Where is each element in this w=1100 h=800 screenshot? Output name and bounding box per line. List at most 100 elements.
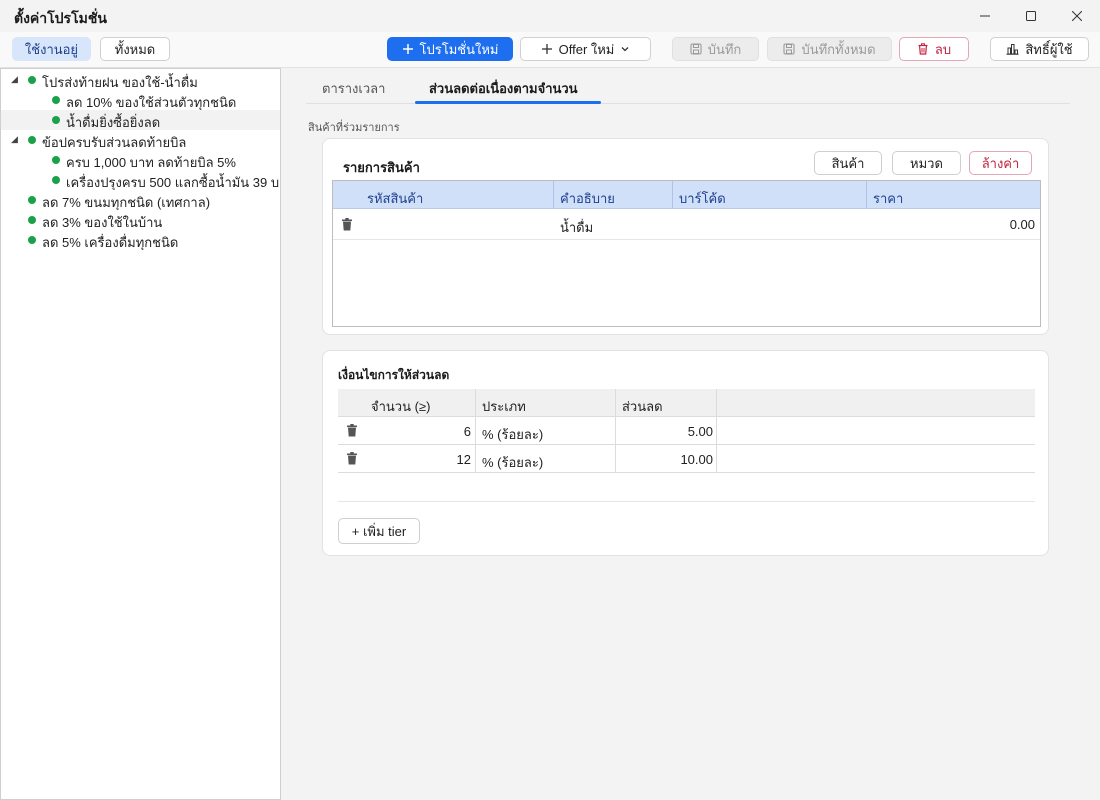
chevron-down-icon bbox=[621, 47, 629, 52]
filter-active-label: ใช้งานอยู่ bbox=[24, 41, 79, 57]
column-header-description[interactable]: คำอธิบาย bbox=[560, 188, 615, 209]
column-header-price[interactable]: ราคา bbox=[873, 188, 903, 209]
column-header-quantity[interactable]: จำนวน (≥) bbox=[371, 396, 430, 417]
save-button[interactable]: บันทึก bbox=[672, 37, 759, 61]
tree-item-label: ลด 10% ของใช้ส่วนตัวทุกชนิด bbox=[66, 95, 237, 110]
cell-quantity[interactable]: 6 bbox=[464, 424, 471, 439]
trash-icon bbox=[342, 218, 352, 231]
table-row[interactable]: 12 % (ร้อยละ) 10.00 bbox=[338, 445, 1035, 473]
clear-button[interactable]: ล้างค่า bbox=[969, 151, 1032, 175]
delete-tier-button[interactable] bbox=[346, 424, 358, 440]
discount-conditions-card: เงื่อนไขการให้ส่วนลด จำนวน (≥) ประเภท ส่… bbox=[322, 350, 1049, 556]
save-label: บันทึก bbox=[707, 41, 742, 57]
minimize-icon bbox=[980, 15, 990, 17]
tier-table-header: จำนวน (≥) ประเภท ส่วนลด bbox=[338, 389, 1035, 417]
cell-price: 0.00 bbox=[1009, 217, 1035, 232]
add-category-button[interactable]: หมวด bbox=[892, 151, 961, 175]
maximize-icon bbox=[1026, 11, 1036, 21]
new-offer-button[interactable]: Offer ใหม่ bbox=[520, 37, 651, 61]
table-row[interactable]: น้ำดื่ม 0.00 bbox=[333, 210, 1040, 240]
active-status-dot bbox=[28, 136, 36, 144]
product-grid-header: รหัสสินค้า คำอธิบาย บาร์โค้ด ราคา bbox=[333, 181, 1040, 209]
column-header-barcode[interactable]: บาร์โค้ด bbox=[679, 188, 726, 209]
column-header-code[interactable]: รหัสสินค้า bbox=[367, 188, 423, 209]
column-header-discount[interactable]: ส่วนลด bbox=[622, 396, 663, 417]
tree-item[interactable]: ลด 7% ขนมทุกชนิด (เทศกาล) bbox=[1, 190, 280, 210]
trash-icon bbox=[347, 424, 357, 437]
filter-all-button[interactable]: ทั้งหมด bbox=[100, 37, 170, 61]
add-product-button[interactable]: สินค้า bbox=[814, 151, 882, 175]
active-status-dot bbox=[52, 116, 60, 124]
plus-icon bbox=[541, 44, 552, 54]
trash-icon bbox=[918, 43, 928, 55]
cell-type[interactable]: % (ร้อยละ) bbox=[482, 452, 543, 473]
delete-tier-button[interactable] bbox=[346, 452, 358, 468]
save-icon bbox=[783, 43, 796, 55]
bar-chart-icon bbox=[1006, 44, 1019, 55]
new-promotion-button[interactable]: โปรโมชั่นใหม่ bbox=[387, 37, 513, 61]
tree-item-label: โปรส่งท้ายฝน ของใช้-น้ำดื่ม bbox=[42, 75, 198, 90]
tree-item-group[interactable]: ◢ ข้อปครบรับส่วนลดท้ายบิล bbox=[1, 130, 280, 150]
tree-item-label: ลด 5% เครื่องดื่มทุกชนิด bbox=[42, 235, 179, 250]
tab-bar: ตารางเวลา ส่วนลดต่อเนื่องตามจำนวน bbox=[306, 68, 1070, 104]
maximize-button[interactable] bbox=[1008, 0, 1054, 32]
new-promotion-label: โปรโมชั่นใหม่ bbox=[419, 41, 499, 57]
tree-item-selected[interactable]: น้ำดื่มยิ่งซื้อยิ่งลด bbox=[1, 110, 280, 130]
delete-label: ลบ bbox=[934, 41, 952, 57]
promotion-tree: ◢ โปรส่งท้ายฝน ของใช้-น้ำดื่ม ลด 10% ของ… bbox=[0, 68, 281, 800]
promotion-editor: ตารางเวลา ส่วนลดต่อเนื่องตามจำนวน สินค้า… bbox=[286, 68, 1100, 800]
cell-description: น้ำดื่ม bbox=[560, 220, 594, 235]
collapse-caret-icon[interactable]: ◢ bbox=[11, 134, 21, 144]
participating-products-caption: สินค้าที่ร่วมรายการ bbox=[308, 122, 400, 134]
delete-row-button[interactable] bbox=[341, 218, 353, 234]
active-status-dot bbox=[52, 96, 60, 104]
minimize-button[interactable] bbox=[962, 0, 1008, 32]
active-status-dot bbox=[52, 176, 60, 184]
save-icon bbox=[690, 43, 702, 55]
divider bbox=[338, 501, 1035, 502]
tab-schedule[interactable]: ตารางเวลา bbox=[322, 78, 385, 99]
title-bar: ตั้งค่าโปรโมชั่น bbox=[0, 0, 1100, 32]
active-status-dot bbox=[28, 196, 36, 204]
tree-item[interactable]: เครื่องปรุงครบ 500 แลกซื้อน้ำมัน 39 บาท bbox=[1, 170, 280, 190]
tree-item-label: ลด 3% ของใช้ในบ้าน bbox=[42, 215, 163, 230]
active-status-dot bbox=[28, 216, 36, 224]
tree-item-group[interactable]: ◢ โปรส่งท้ายฝน ของใช้-น้ำดื่ม bbox=[1, 70, 280, 90]
cell-discount[interactable]: 5.00 bbox=[688, 424, 713, 439]
permissions-button[interactable]: สิทธิ์ผู้ใช้ bbox=[990, 37, 1089, 61]
tab-quantity-discount[interactable]: ส่วนลดต่อเนื่องตามจำนวน bbox=[429, 78, 578, 99]
new-offer-label: Offer ใหม่ bbox=[558, 41, 615, 57]
active-status-dot bbox=[28, 236, 36, 244]
delete-button[interactable]: ลบ bbox=[899, 37, 969, 61]
tree-item-label: ลด 7% ขนมทุกชนิด (เทศกาล) bbox=[42, 195, 211, 210]
add-tier-button[interactable]: + เพิ่ม tier bbox=[338, 518, 420, 544]
column-divider bbox=[615, 389, 616, 473]
discount-conditions-title: เงื่อนไขการให้ส่วนลด bbox=[338, 368, 450, 382]
save-all-button[interactable]: บันทึกทั้งหมด bbox=[767, 37, 892, 61]
filter-all-label: ทั้งหมด bbox=[114, 41, 156, 57]
tree-item[interactable]: ลด 5% เครื่องดื่มทุกชนิด bbox=[1, 230, 280, 250]
column-divider bbox=[475, 389, 476, 473]
tree-item[interactable]: ครบ 1,000 บาท ลดท้ายบิล 5% bbox=[1, 150, 280, 170]
tree-item[interactable]: ลด 3% ของใช้ในบ้าน bbox=[1, 210, 280, 230]
trash-icon bbox=[347, 452, 357, 465]
product-list-card: รายการสินค้า สินค้า หมวด ล้างค่า รหัสสิน… bbox=[322, 138, 1049, 335]
tree-item-label: ครบ 1,000 บาท ลดท้ายบิล 5% bbox=[66, 155, 236, 170]
table-row[interactable]: 6 % (ร้อยละ) 5.00 bbox=[338, 417, 1035, 445]
active-status-dot bbox=[28, 76, 36, 84]
cell-quantity[interactable]: 12 bbox=[457, 452, 471, 467]
cell-type[interactable]: % (ร้อยละ) bbox=[482, 424, 543, 445]
collapse-caret-icon[interactable]: ◢ bbox=[11, 74, 21, 84]
column-divider bbox=[716, 389, 717, 473]
active-status-dot bbox=[52, 156, 60, 164]
cell-discount[interactable]: 10.00 bbox=[680, 452, 713, 467]
tree-item-label: น้ำดื่มยิ่งซื้อยิ่งลด bbox=[66, 115, 161, 130]
close-button[interactable] bbox=[1054, 0, 1100, 32]
active-tab-indicator bbox=[415, 101, 601, 104]
toolbar: ใช้งานอยู่ ทั้งหมด โปรโมชั่นใหม่ Offer ใ… bbox=[0, 32, 1100, 68]
column-header-type[interactable]: ประเภท bbox=[482, 396, 526, 417]
tree-item-label: เครื่องปรุงครบ 500 แลกซื้อน้ำมัน 39 บาท bbox=[66, 175, 280, 190]
filter-active-button[interactable]: ใช้งานอยู่ bbox=[12, 37, 91, 61]
close-icon bbox=[1072, 11, 1082, 21]
tree-item[interactable]: ลด 10% ของใช้ส่วนตัวทุกชนิด bbox=[1, 90, 280, 110]
